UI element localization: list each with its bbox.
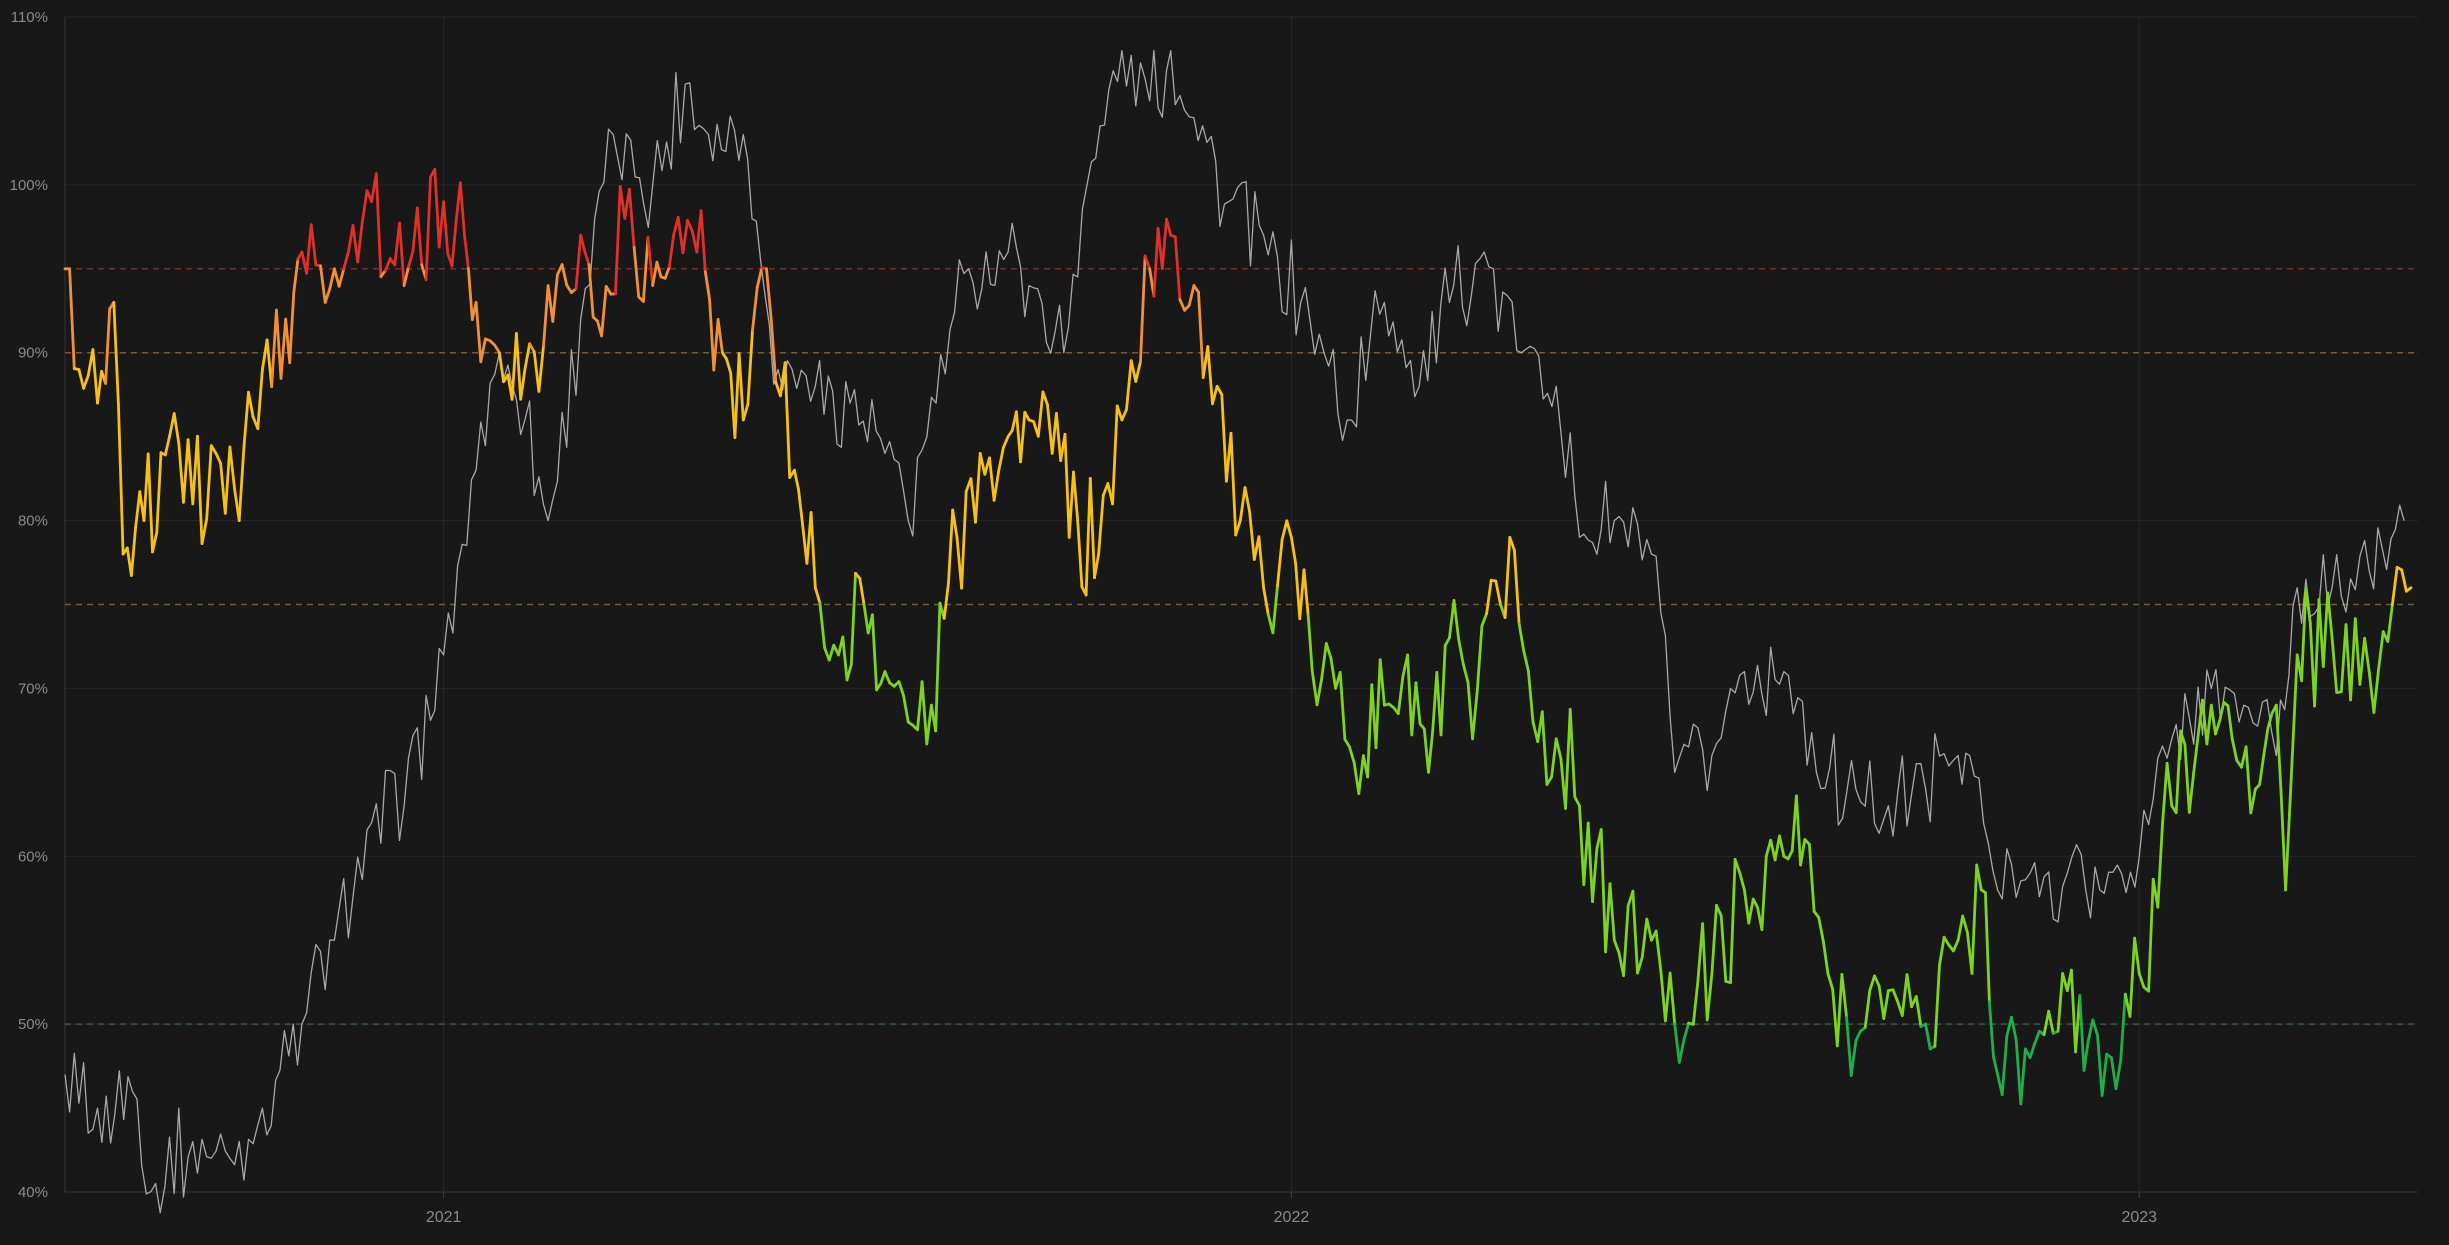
y-tick-label: 70% [18, 680, 48, 697]
chart-background [0, 0, 2449, 1245]
y-tick-label: 100% [10, 177, 48, 194]
x-tick-label: 2023 [2121, 1209, 2157, 1226]
y-tick-label: 40% [18, 1184, 48, 1201]
x-tick-label: 2021 [426, 1209, 462, 1226]
y-tick-label: 90% [18, 345, 48, 362]
y-tick-label: 60% [18, 848, 48, 865]
chart: 110% 100% 90% 80% 70% 60% 50% 40% 2021 2022 2023 [0, 0, 2449, 1245]
y-tick-label: 110% [11, 9, 48, 26]
y-tick-label: 80% [18, 513, 48, 530]
x-tick-label: 2022 [1274, 1209, 1310, 1226]
y-tick-label: 50% [18, 1016, 48, 1033]
